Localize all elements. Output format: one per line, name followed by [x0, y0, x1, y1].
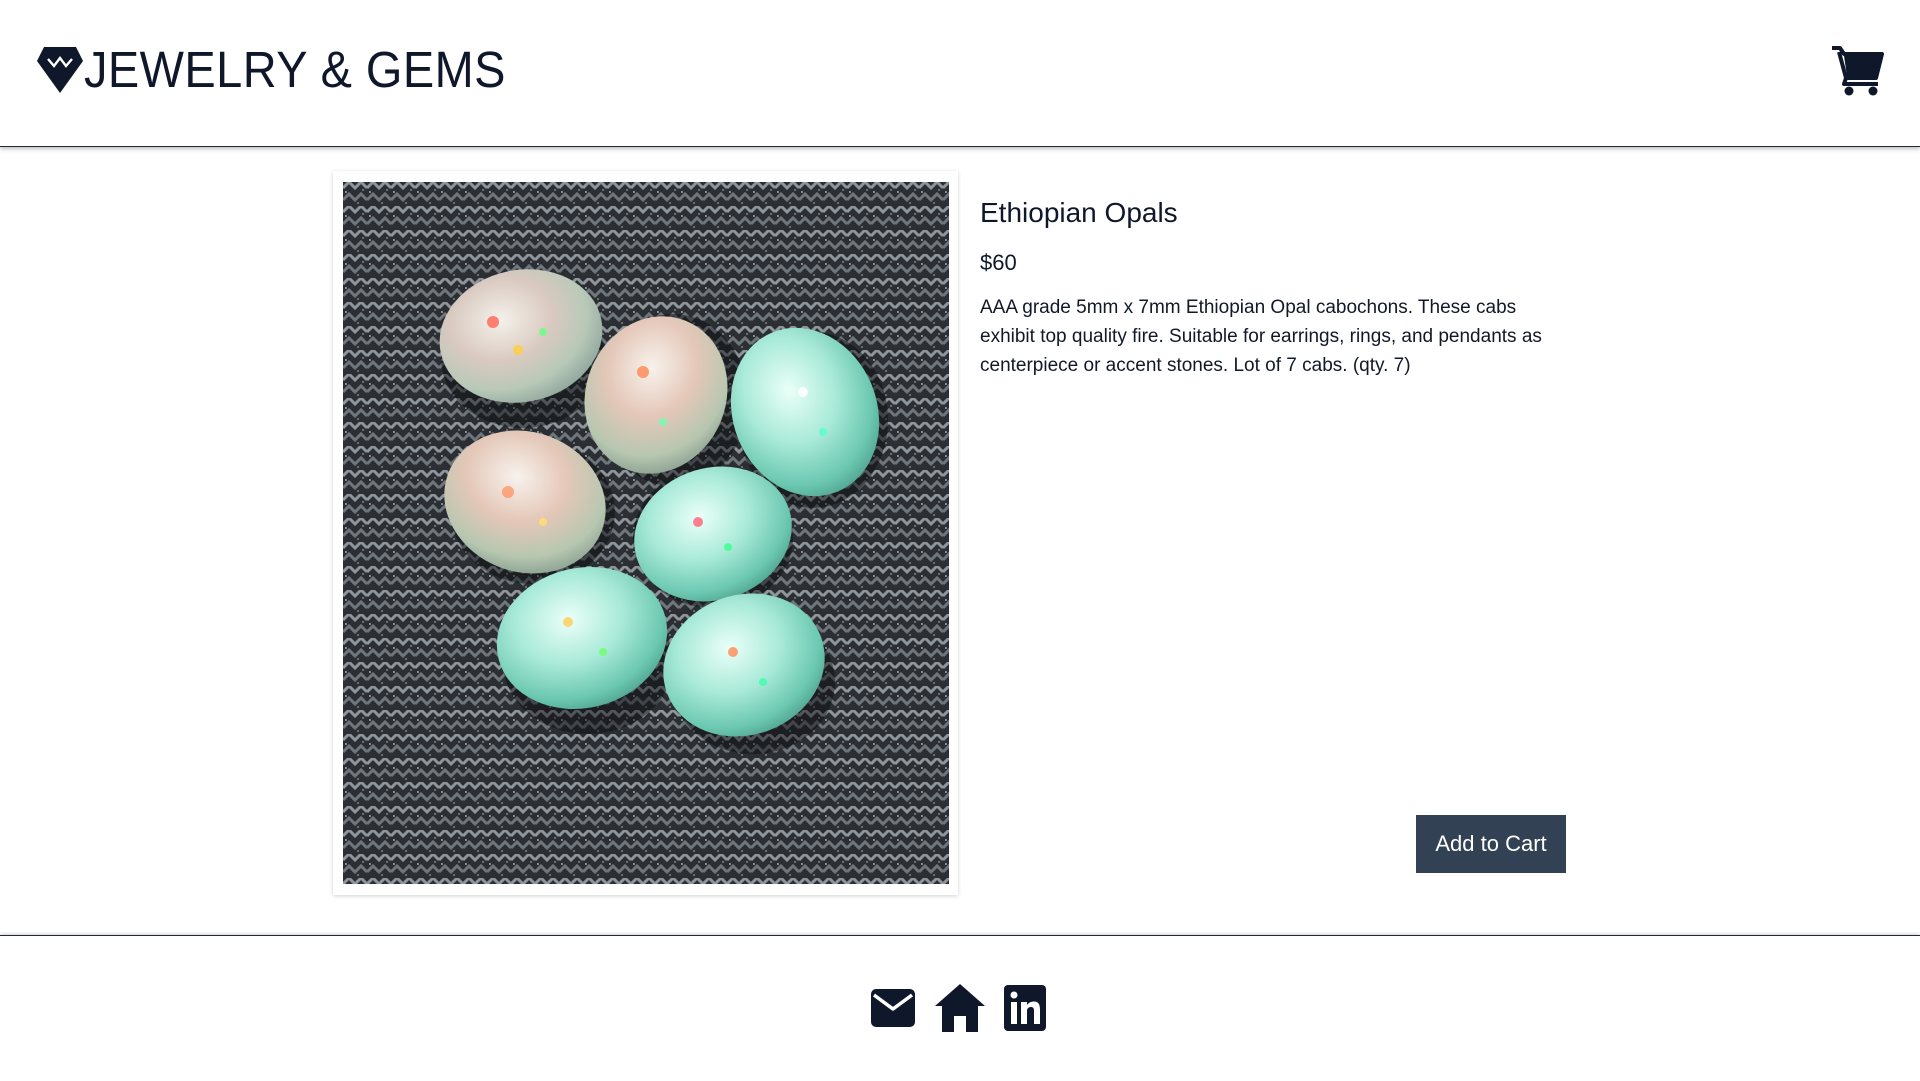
brand-link[interactable]: JEWELRY & GEMS	[36, 42, 543, 98]
email-link[interactable]	[870, 988, 916, 1033]
cart-button[interactable]	[1830, 44, 1884, 98]
opal-cabochons-photo	[343, 182, 949, 884]
product-detail: Ethiopian Opals $60 AAA grade 5mm x 7mm …	[0, 147, 1920, 935]
gem-icon	[37, 47, 83, 93]
social-links	[870, 982, 1046, 1039]
site-footer	[0, 935, 1920, 1081]
brand-title: JEWELRY & GEMS	[84, 41, 506, 98]
product-image-card	[333, 171, 958, 895]
product-info: Ethiopian Opals $60 AAA grade 5mm x 7mm …	[980, 195, 1570, 380]
product-price: $60	[980, 250, 1017, 275]
linkedin-link[interactable]	[1004, 985, 1046, 1036]
linkedin-icon	[1004, 985, 1046, 1031]
product-name: Ethiopian Opals	[980, 197, 1178, 228]
site-header: JEWELRY & GEMS	[0, 0, 1920, 147]
home-link[interactable]	[934, 982, 986, 1039]
shopping-cart-icon	[1832, 46, 1884, 96]
envelope-icon	[871, 989, 915, 1027]
product-description: AAA grade 5mm x 7mm Ethiopian Opal caboc…	[980, 297, 1542, 376]
add-to-cart-button[interactable]: Add to Cart	[1416, 815, 1566, 873]
home-icon	[935, 984, 985, 1032]
